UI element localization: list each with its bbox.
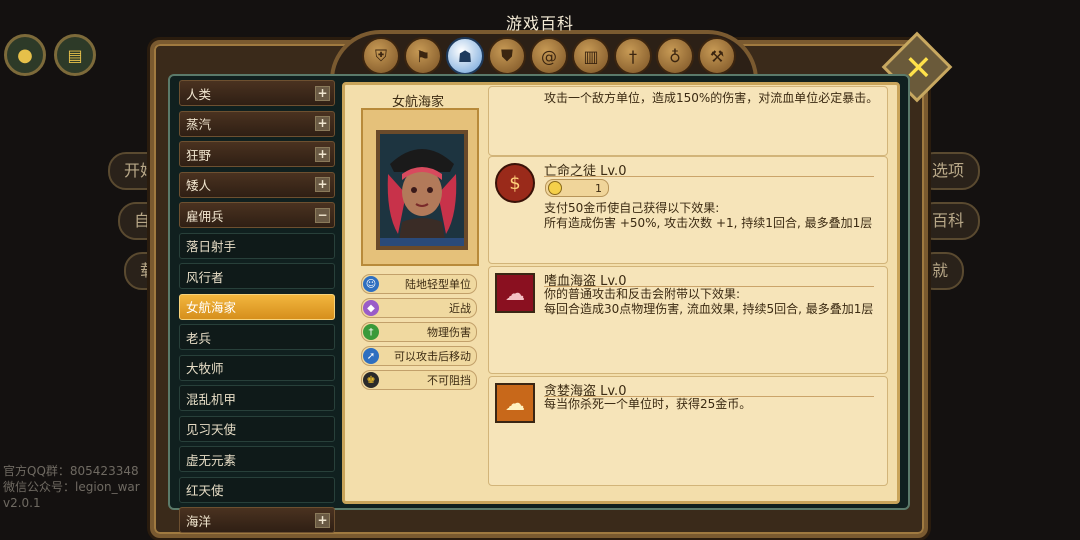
window-title: 游戏百科 <box>505 14 574 33</box>
cooldown-badge: 1 <box>545 179 609 197</box>
trait-physical-damage: † 物理伤害 <box>361 322 477 342</box>
tab-sword[interactable]: † <box>614 37 652 75</box>
category-tabs: ⛨ ⚑ ☗ ⛊ @ ▥ † ♁ ⚒ <box>362 37 736 75</box>
sidebar-item-veteran[interactable]: 老兵 <box>179 324 335 350</box>
expand-icon[interactable]: + <box>315 177 330 192</box>
trait-list: ☺ 陆地轻型单位 ◆ 近战 † 物理伤害 ➚ 可以攻击后移动 ♚ 不可阻挡 <box>361 274 477 394</box>
greed-icon: ☁ <box>495 383 535 423</box>
shield-icon: ⛨ <box>374 46 387 65</box>
flag-icon: ⚑ <box>415 46 431 66</box>
coin-icon: $ <box>495 163 535 203</box>
skill-description: 每当你杀死一个单位时，获得25金币。 <box>544 397 752 411</box>
tab-shield[interactable]: ⛨ <box>362 37 400 75</box>
expand-icon[interactable]: + <box>315 146 330 162</box>
expand-icon[interactable]: + <box>315 85 330 101</box>
diamond-icon: ◆ <box>363 300 379 316</box>
shop-button[interactable]: ▤ <box>54 34 96 76</box>
tab-units[interactable]: ☗ <box>446 37 484 75</box>
hero-portrait <box>376 130 468 250</box>
skill-card: ☁ 贪婪海盗 Lv.0 每当你杀死一个单位时，获得25金币。 <box>488 376 888 486</box>
version-text: v2.0.1 <box>3 496 41 510</box>
tab-hammer[interactable]: ⚒ <box>698 37 736 75</box>
collapse-icon[interactable]: − <box>315 207 330 223</box>
tab-book[interactable]: ▥ <box>572 37 610 75</box>
skill-description: 攻击一个敌方单位，造成150%的伤害，对流血单位必定暴击。 <box>544 91 879 105</box>
move-icon: ➚ <box>363 348 379 364</box>
skill-description: 你的普通攻击和反击会附带以下效果: 每回合造成30点物理伤害, 流血效果, 持续… <box>544 287 874 316</box>
skill-card: $ 亡命之徒 Lv.0 1 支付50金币使自己获得以下效果: 所有造成伤害 +5… <box>488 156 888 264</box>
trait-land-light-unit: ☺ 陆地轻型单位 <box>361 274 477 294</box>
sidebar-item-ocean[interactable]: 海洋 + <box>179 507 335 533</box>
tab-flag[interactable]: ⚑ <box>404 37 442 75</box>
expand-icon[interactable]: + <box>315 116 330 131</box>
clock-icon <box>548 181 562 195</box>
skill-description: 支付50金币使自己获得以下效果: 所有造成伤害 +50%, 攻击次数 +1, 持… <box>544 201 873 230</box>
person-icon: ● <box>17 44 33 66</box>
tab-potion[interactable]: ♁ <box>656 37 694 75</box>
sidebar-item-human[interactable]: 人类 + <box>179 80 335 106</box>
potion-icon: ♁ <box>669 46 681 66</box>
qq-group-text: 官方QQ群：805423348 <box>3 464 139 478</box>
sidebar-item-dwarf[interactable]: 矮人 + <box>179 171 335 198</box>
sidebar-item-sunset-archer[interactable]: 落日射手 <box>179 232 335 259</box>
skill-card: ☁ 嗜血海盗 Lv.0 你的普通攻击和反击会附带以下效果: 每回合造成30点物理… <box>488 266 888 374</box>
sword-icon: † <box>629 46 637 66</box>
book-icon: ▥ <box>583 46 599 66</box>
profile-button[interactable]: ● <box>4 34 46 76</box>
sidebar-item-navigator[interactable]: 女航海家 <box>179 293 335 320</box>
expand-icon[interactable]: + <box>315 512 330 528</box>
person-icon: ☺ <box>363 276 379 292</box>
trait-unstoppable: ♚ 不可阻挡 <box>361 370 477 390</box>
portrait-frame <box>361 108 479 266</box>
tab-armor[interactable]: ⛊ <box>488 37 526 75</box>
portrait-image <box>380 134 464 246</box>
trait-move-after-attack: ➚ 可以攻击后移动 <box>361 346 477 366</box>
sword-icon: † <box>363 324 379 340</box>
sidebar: 人类 + 蒸汽 + 狂野 + 矮人 + 雇佣兵 − 落日射手 风行者 女航海家 … <box>179 80 335 538</box>
skill-card: 攻击一个敌方单位，造成150%的伤害，对流血单位必定暴击。 <box>488 86 888 156</box>
hammer-icon: ⚒ <box>709 46 725 66</box>
shop-icon: ▤ <box>67 45 83 65</box>
sidebar-item-wild[interactable]: 狂野 + <box>179 141 335 167</box>
sidebar-item-mercenary[interactable]: 雇佣兵 − <box>179 202 335 228</box>
sidebar-item-high-priest[interactable]: 大牧师 <box>179 354 335 381</box>
sidebar-item-red-angel[interactable]: 红天使 <box>179 476 335 503</box>
sidebar-item-chaos-mech[interactable]: 混乱机甲 <box>179 385 335 411</box>
helmet-icon: ☗ <box>457 46 473 66</box>
sidebar-item-void-element[interactable]: 虚无元素 <box>179 446 335 472</box>
unstoppable-icon: ♚ <box>363 372 379 388</box>
wechat-text: 微信公众号：legion_war <box>3 480 140 494</box>
armor-icon: ⛊ <box>500 46 513 65</box>
hero-card: 女航海家 ☺ 陆地轻型单位 ◆ 近战 † 物理伤害 ➚ 可以攻击后移动 ♚ 不可… <box>353 88 483 490</box>
trait-melee: ◆ 近战 <box>361 298 477 318</box>
sidebar-item-windrunner[interactable]: 风行者 <box>179 263 335 289</box>
sidebar-item-apprentice-angel[interactable]: 见习天使 <box>179 415 335 442</box>
sidebar-item-steam[interactable]: 蒸汽 + <box>179 110 335 137</box>
tab-swirl[interactable]: @ <box>530 37 568 75</box>
blood-icon: ☁ <box>495 273 535 313</box>
swirl-icon: @ <box>541 46 557 66</box>
